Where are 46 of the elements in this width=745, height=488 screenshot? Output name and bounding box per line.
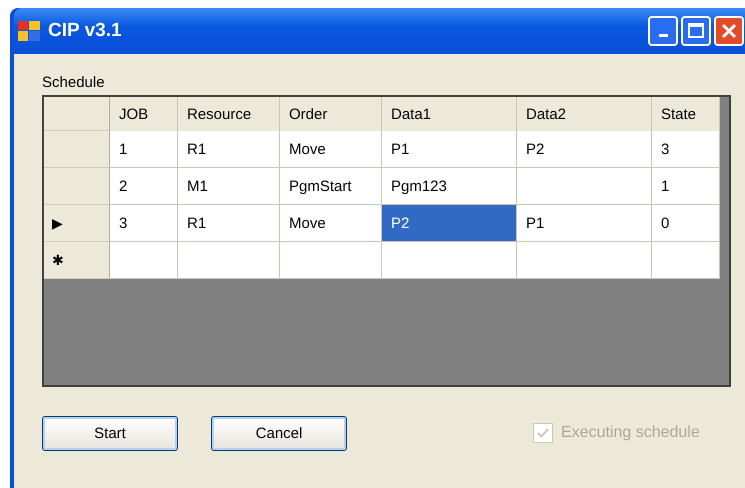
table-cell[interactable]: 2 <box>110 168 178 205</box>
column-header[interactable]: Order <box>280 97 382 131</box>
table-cell[interactable]: 0 <box>652 205 720 242</box>
row-header[interactable] <box>44 168 110 205</box>
column-header[interactable]: State <box>652 97 720 131</box>
table-cell[interactable]: Pgm123 <box>382 168 517 205</box>
column-header[interactable]: Data2 <box>517 97 652 131</box>
table-cell[interactable] <box>652 242 720 279</box>
column-header[interactable]: Data1 <box>382 97 517 131</box>
corner-header <box>44 97 110 131</box>
row-header[interactable] <box>44 131 110 168</box>
table-cell[interactable]: M1 <box>178 168 280 205</box>
table-cell[interactable] <box>517 168 652 205</box>
table-cell[interactable]: Move <box>280 131 382 168</box>
row-header[interactable]: ✱ <box>44 242 110 279</box>
table-cell[interactable] <box>178 242 280 279</box>
table-cell[interactable]: 3 <box>652 131 720 168</box>
table-cell[interactable] <box>382 242 517 279</box>
table-cell[interactable]: Move <box>280 205 382 242</box>
table-cell[interactable]: 3 <box>110 205 178 242</box>
table-cell[interactable]: P2 <box>517 131 652 168</box>
table-cell[interactable]: 1 <box>652 168 720 205</box>
table-cell[interactable]: P1 <box>517 205 652 242</box>
schedule-label: Schedule <box>42 74 106 91</box>
minimize-button[interactable] <box>648 16 678 46</box>
minimize-icon <box>658 34 668 37</box>
window-title: CIP v3.1 <box>48 20 123 42</box>
cancel-button[interactable]: Cancel <box>211 416 347 450</box>
table-cell[interactable]: P2 <box>382 205 517 242</box>
table-cell[interactable] <box>517 242 652 279</box>
table-cell[interactable] <box>280 242 382 279</box>
start-button[interactable]: Start <box>42 416 178 450</box>
check-icon <box>536 426 550 440</box>
checkbox-label: Executing schedule <box>561 424 700 442</box>
app-icon <box>18 21 40 41</box>
close-button[interactable] <box>714 16 744 46</box>
table-cell[interactable]: R1 <box>178 131 280 168</box>
table-cell[interactable]: P1 <box>382 131 517 168</box>
column-header[interactable]: JOB <box>110 97 178 131</box>
table-cell[interactable]: 1 <box>110 131 178 168</box>
table-cell[interactable]: PgmStart <box>280 168 382 205</box>
maximize-button[interactable] <box>681 16 711 46</box>
table-cell[interactable]: R1 <box>178 205 280 242</box>
column-header[interactable]: Resource <box>178 97 280 131</box>
table-cell[interactable] <box>110 242 178 279</box>
row-header[interactable]: ▶ <box>44 205 110 242</box>
